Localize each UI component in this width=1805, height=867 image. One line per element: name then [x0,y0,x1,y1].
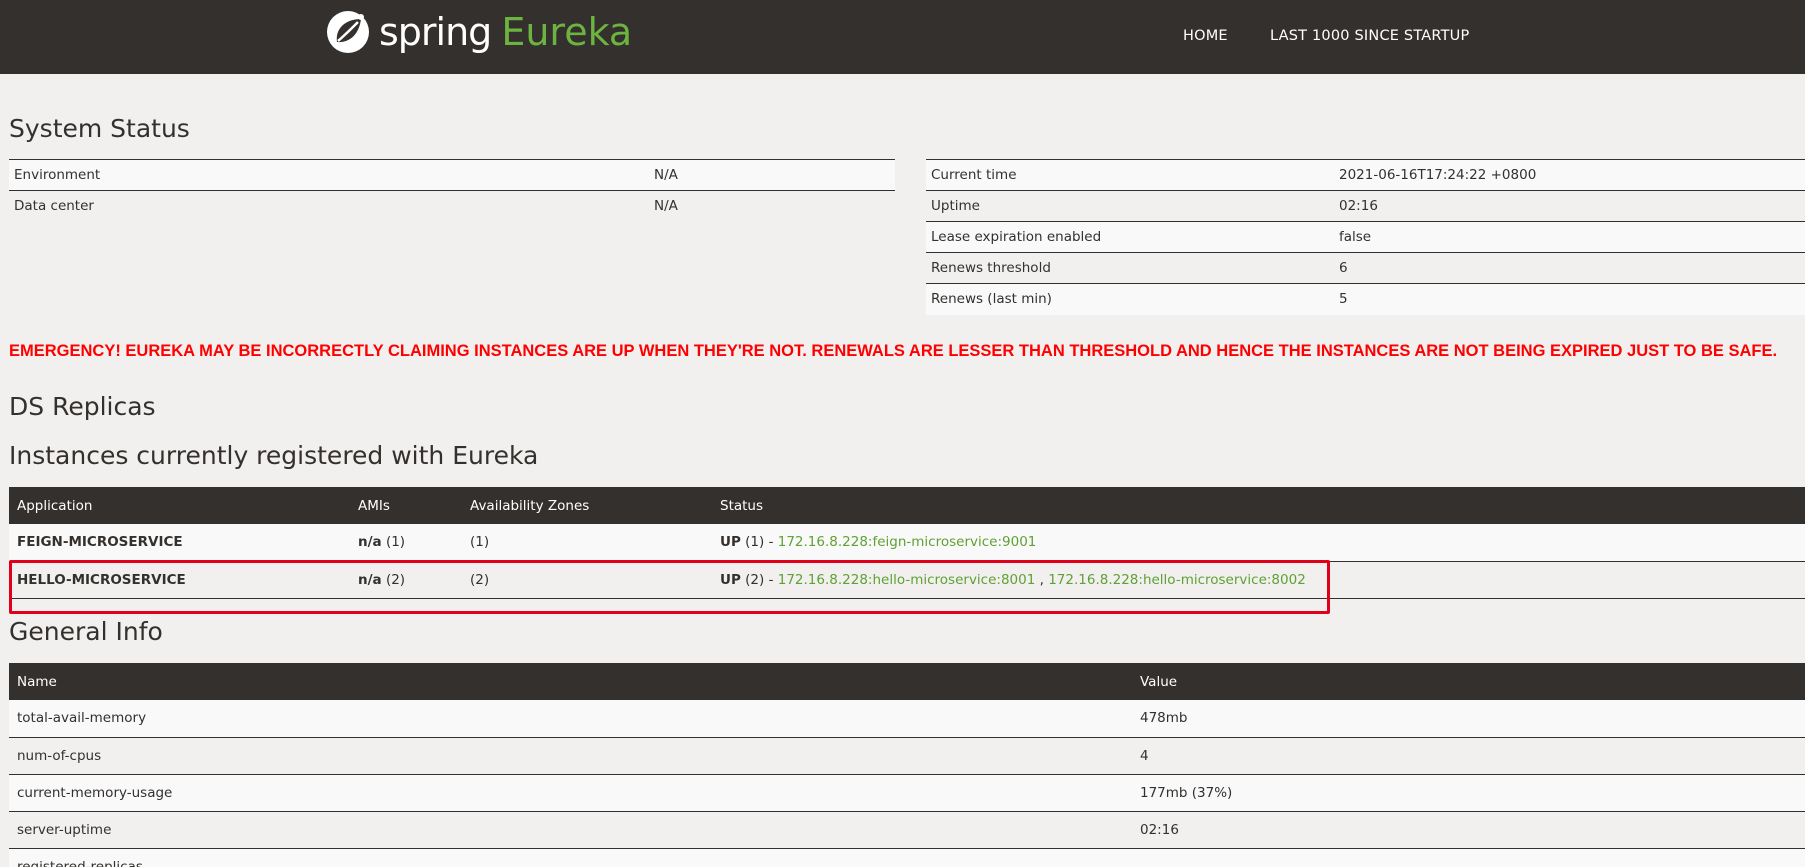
col-application: Application [9,487,350,524]
renews-threshold-value: 6 [1334,252,1805,284]
uptime-value: 02:16 [1334,190,1805,222]
renews-threshold-label: Renews threshold [926,252,1334,284]
zones-cell: (1) [462,524,712,562]
table-row: Uptime 02:16 [926,190,1805,222]
info-value: 478mb [1132,700,1805,738]
status-cell: UP (2) - 172.16.8.228:hello-microservice… [712,561,1805,599]
info-value: 177mb (37%) [1132,774,1805,812]
col-amis: AMIs [350,487,462,524]
amis-cell: n/a (2) [350,561,462,599]
application-name: FEIGN-MICROSERVICE [9,524,350,562]
table-row: HELLO-MICROSERVICE n/a (2) (2) UP (2) - … [9,561,1805,599]
table-row: Data center N/A [9,190,895,222]
renews-last-min-value: 5 [1334,283,1805,315]
info-name: total-avail-memory [9,700,1132,738]
table-row: num-of-cpus 4 [9,737,1805,775]
col-availability-zones: Availability Zones [462,487,712,524]
info-value: 4 [1132,737,1805,775]
table-row: Current time 2021-06-16T17:24:22 +0800 [926,159,1805,191]
instances-table: Application AMIs Availability Zones Stat… [9,487,1805,599]
system-status-right-table: Current time 2021-06-16T17:24:22 +0800 U… [926,159,1805,315]
instance-link[interactable]: 172.16.8.228:feign-microservice:9001 [778,534,1037,550]
current-time-label: Current time [926,159,1334,191]
info-value: 02:16 [1132,811,1805,849]
renews-last-min-label: Renews (last min) [926,283,1334,315]
spring-leaf-icon [327,11,369,53]
application-name: HELLO-MICROSERVICE [9,561,350,599]
uptime-label: Uptime [926,190,1334,222]
instance-link[interactable]: 172.16.8.228:hello-microservice:8001 [778,572,1036,588]
ami-count: (1) [385,534,406,551]
info-value [1132,848,1805,867]
nav-home-link[interactable]: HOME [1183,28,1228,44]
col-name: Name [9,663,1132,700]
data-center-label: Data center [9,190,649,222]
table-row: current-memory-usage 177mb (37%) [9,774,1805,812]
status-count: (2) - [745,571,774,588]
environment-value: N/A [649,159,895,191]
amis-cell: n/a (1) [350,524,462,562]
col-value: Value [1132,663,1805,700]
emergency-warning: EMERGENCY! EUREKA MAY BE INCORRECTLY CLA… [9,342,1778,360]
nav-last-1000-link[interactable]: LAST 1000 SINCE STARTUP [1270,28,1469,44]
brand-logo[interactable]: spring Eureka [325,8,632,56]
instance-link[interactable]: 172.16.8.228:hello-microservice:8002 [1048,572,1306,588]
zones-cell: (2) [462,561,712,599]
environment-label: Environment [9,159,649,191]
table-row: total-avail-memory 478mb [9,700,1805,738]
status-count: (1) - [745,534,774,551]
info-name: num-of-cpus [9,737,1132,775]
ds-replicas-heading: DS Replicas [9,392,156,421]
info-name: registered-replicas [9,848,1132,867]
table-row: registered-replicas [9,848,1805,867]
table-row: Lease expiration enabled false [926,221,1805,253]
table-row: FEIGN-MICROSERVICE n/a (1) (1) UP (1) - … [9,524,1805,562]
status-up: UP [720,571,741,588]
ami-count: (2) [385,571,406,588]
brand-spring-text: spring [379,10,492,54]
current-time-value: 2021-06-16T17:24:22 +0800 [1334,159,1805,191]
system-status-left-table: Environment N/A Data center N/A [9,159,895,222]
general-info-table: Name Value total-avail-memory 478mb num-… [9,663,1805,867]
lease-expiration-label: Lease expiration enabled [926,221,1334,253]
table-row: Environment N/A [9,159,895,191]
link-separator: , [1039,571,1044,588]
table-header-row: Name Value [9,663,1805,700]
table-row: Renews (last min) 5 [926,283,1805,315]
col-status: Status [712,487,1805,524]
table-row: Renews threshold 6 [926,252,1805,284]
info-name: current-memory-usage [9,774,1132,812]
status-up: UP [720,534,741,551]
ami-label: n/a [358,534,382,551]
brand-eureka-text: Eureka [501,10,633,54]
data-center-value: N/A [649,190,895,222]
navbar: spring Eureka HOME LAST 1000 SINCE START… [0,0,1805,74]
info-name: server-uptime [9,811,1132,849]
instances-heading: Instances currently registered with Eure… [9,441,539,470]
general-info-heading: General Info [9,617,163,646]
system-status-heading: System Status [9,114,190,143]
table-row: server-uptime 02:16 [9,811,1805,849]
lease-expiration-value: false [1334,221,1805,253]
status-cell: UP (1) - 172.16.8.228:feign-microservice… [712,524,1805,562]
ami-label: n/a [358,571,382,588]
table-header-row: Application AMIs Availability Zones Stat… [9,487,1805,524]
